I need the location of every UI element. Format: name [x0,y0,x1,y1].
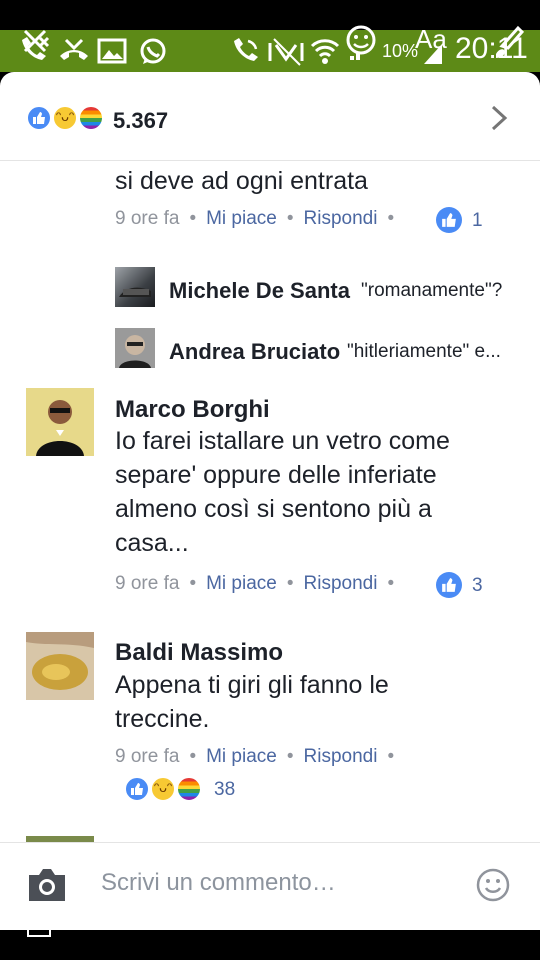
reactions-summary-bar[interactable]: ᵔᴗᵔ 5.367 [0,72,540,161]
comment-time: 9 ore fa [115,573,180,594]
smiley-status-icon [344,24,378,65]
avatar[interactable] [115,328,155,368]
comment-author[interactable]: Marco Borghi [115,396,270,424]
reply-text: "hitleriamente" e... [347,341,501,362]
image-icon [97,38,127,69]
close-icon[interactable] [22,28,48,59]
missed-call-icon-2 [58,36,90,71]
emoji-icon[interactable] [475,867,511,908]
comments-panel: ᵔᴗᵔ 5.367 si deve ad ogni entrata 9 ore … [0,72,540,930]
paintbrush-icon[interactable] [492,24,526,69]
whatsapp-icon [138,37,168,72]
reaction-count[interactable]: 38 [214,779,235,801]
comment-line: Io farei istallare un vetro come [115,427,450,455]
wifi-icon [310,37,340,70]
comment-body: Appena ti giri gli fanno le treccine. [115,668,389,736]
battery-percentage: 10% [382,41,419,61]
comment-line: almeno così si sentono più a [115,495,432,523]
status-bar: 10% Aa 20:11 [0,0,540,72]
comment-actions: 9 ore fa • Mi piace • Rispondi • [115,746,395,767]
comment-time: 9 ore fa [115,208,180,229]
like-link[interactable]: Mi piace [206,746,277,767]
pride-reaction-icon [176,776,202,802]
like-count-icon [436,207,462,233]
like-count[interactable]: 1 [472,210,483,232]
reply-link[interactable]: Rispondi [304,746,378,767]
camera-icon[interactable] [25,867,69,908]
avatar[interactable] [26,632,94,700]
like-count-icon [436,572,462,598]
comment-author[interactable]: Baldi Massimo [115,639,283,667]
like-link[interactable]: Mi piace [206,573,277,594]
like-reaction-icon [124,776,150,802]
comment-line: separe' oppure delle inferiate [115,461,437,489]
reactions-total-count: 5.367 [113,108,169,133]
share-icon[interactable] [26,908,52,943]
pride-reaction-icon [78,105,104,131]
reply-link[interactable]: Rispondi [304,208,378,229]
like-link[interactable]: Mi piace [206,208,277,229]
text-size-label: Aa [415,24,447,54]
like-count[interactable]: 3 [472,575,483,597]
reply-author[interactable]: Michele De Santa [169,278,350,304]
like-reaction-icon [26,105,52,131]
comment-line: treccine. [115,705,210,733]
comment-body: Io farei istallare un vetro come separe'… [115,424,450,560]
comment-line: casa... [115,529,189,557]
comment-line: Appena ti giri gli fanno le [115,671,389,699]
chevron-right-icon[interactable] [488,104,510,137]
haha-reaction-icon: ᵔᴗᵔ [52,105,78,131]
comment-text: si deve ad ogni entrata [115,167,368,195]
avatar[interactable] [26,388,94,456]
navigation-bar [0,908,540,960]
comment-actions: 9 ore fa • Mi piace • Rispondi • [115,208,395,229]
call-volume-icon [230,37,260,72]
reply-text: "romanamente"? [361,280,503,301]
reply-link[interactable]: Rispondi [304,573,378,594]
avatar[interactable] [115,267,155,307]
haha-reaction-icon: ᵔᴗᵔ [150,776,176,802]
reply-author[interactable]: Andrea Bruciato [169,339,340,365]
comment-input[interactable]: Scrivi un commento… [101,869,336,897]
comment-composer: Scrivi un commento… [0,842,540,930]
comment-actions: 9 ore fa • Mi piace • Rispondi • [115,573,395,594]
comment-time: 9 ore fa [115,746,180,767]
nfc-icon [268,37,304,72]
